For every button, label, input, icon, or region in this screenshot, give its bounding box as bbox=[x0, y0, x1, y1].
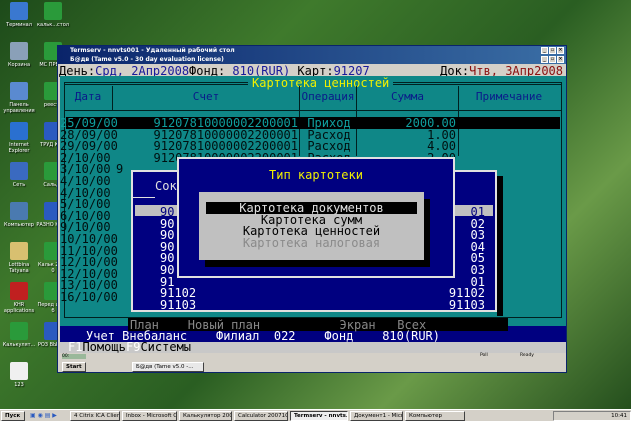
taskbar-button[interactable]: Документ1 - Micros... bbox=[350, 411, 403, 421]
account-row[interactable]: 91103 91103 bbox=[133, 299, 495, 311]
system-tray: 10:41 bbox=[553, 411, 631, 421]
clock: 10:41 bbox=[611, 413, 627, 419]
close-button[interactable]: × bbox=[557, 47, 564, 54]
desktop-icon-image bbox=[10, 42, 28, 60]
col-note[interactable]: Примечание bbox=[459, 90, 559, 103]
panel-title: Картотека ценностей bbox=[248, 77, 394, 89]
desktop-icon-image bbox=[10, 82, 28, 100]
desktop-icon-label: Internet Explorer bbox=[8, 142, 30, 154]
desktop-icon-image bbox=[10, 122, 28, 140]
desktop-icon-label: Lottbina Tatyana bbox=[8, 262, 30, 274]
menu-bar: F1Помощь F9Системы bbox=[60, 341, 566, 353]
desktop-icon[interactable]: Lottbina Tatyana bbox=[2, 242, 36, 274]
taskbar: Пуск ▣ ◉ ▤ ▶ 4 Citrix ICA Client ...Inbo… bbox=[0, 409, 631, 421]
account-right: 91103 bbox=[448, 297, 485, 312]
start-button[interactable]: Пуск bbox=[1, 411, 25, 421]
account-left: 91103 bbox=[160, 297, 197, 312]
taskbar-button[interactable]: 4 Citrix ICA Client ... bbox=[70, 411, 120, 421]
desktop-icon[interactable]: Терминал bbox=[2, 2, 36, 28]
desktop-icon-label: кальк...стол bbox=[37, 22, 69, 28]
quick-launch-icons[interactable]: ▣ ◉ ▤ ▶ bbox=[30, 412, 57, 419]
desktop-icon-label: Компьютер bbox=[4, 222, 34, 228]
taskbar-button[interactable]: Компьютер bbox=[405, 411, 465, 421]
inner-start-button[interactable]: Start bbox=[62, 362, 86, 372]
restore-button[interactable]: ▫ bbox=[549, 47, 556, 54]
taskbar-button[interactable]: Inbox - Microsoft O... bbox=[122, 411, 177, 421]
card-type-dialog: Тип картотеки Картотека документов Картот… bbox=[177, 157, 455, 278]
cell-date: 16/10/00 bbox=[60, 290, 118, 304]
taskbar-button[interactable]: Termserv - nnvts... bbox=[290, 411, 348, 421]
account-dialog-header: Сок bbox=[155, 179, 177, 193]
desktop-icon-image bbox=[10, 322, 28, 340]
desktop-icon-label: KHR applications bbox=[3, 302, 35, 314]
app-close-button[interactable]: × bbox=[557, 56, 564, 63]
app-title: Б@дв (Tame v5.0 - 30 day evaluation lice… bbox=[70, 56, 224, 63]
app-minimize-button[interactable]: _ bbox=[541, 56, 548, 63]
col-date[interactable]: Дата bbox=[64, 90, 112, 103]
desktop-icon-image bbox=[10, 162, 28, 180]
rdp-title: Termserv - nnvts001 - Удаленный рабочий … bbox=[70, 47, 235, 54]
desktop-icon[interactable]: Сеть bbox=[2, 162, 36, 188]
desktop-icon-image bbox=[10, 282, 28, 300]
cell-account: 9 bbox=[116, 162, 124, 177]
desktop-icon-label: 123 bbox=[14, 382, 24, 388]
desktop-icon-image bbox=[10, 362, 28, 380]
desktop-icon[interactable]: Панель управления bbox=[2, 82, 36, 114]
desktop-icon[interactable]: KHR applications bbox=[2, 282, 36, 314]
inner-taskbar: Start Б@дв (Tame v5.0 -... bbox=[60, 361, 566, 373]
desktop-icon[interactable]: Компьютер bbox=[2, 202, 36, 228]
taskbar-button[interactable]: Calculator 20071024 bbox=[234, 411, 288, 421]
col-account[interactable]: Счет bbox=[113, 90, 299, 103]
minimize-button[interactable]: _ bbox=[541, 47, 548, 54]
taskbar-button[interactable]: Калькулятор 2008 ... bbox=[179, 411, 232, 421]
menu-item-3: Картотека налоговая bbox=[242, 235, 381, 250]
card-type-menu: Картотека документов Картотека сумм Картот… bbox=[199, 192, 424, 260]
desktop-icon-label: Терминал bbox=[6, 22, 32, 28]
desktop-icon-image bbox=[10, 242, 28, 260]
desktop-icon[interactable]: Калькулят... bbox=[2, 322, 36, 348]
desktop-icon-image bbox=[44, 2, 62, 20]
desktop-icon-label: Корзина bbox=[7, 62, 31, 68]
status-bar: 00: Poll Ready bbox=[62, 353, 534, 359]
col-sum[interactable]: Сумма bbox=[357, 90, 458, 103]
menu-help[interactable]: F1Помощь bbox=[68, 341, 126, 353]
desktop-icon-label: Калькулят... bbox=[2, 342, 36, 348]
desktop-icon-label: Сеть bbox=[12, 182, 26, 188]
desktop-icon[interactable]: Корзина bbox=[2, 42, 36, 68]
col-operation[interactable]: Операция bbox=[300, 90, 356, 103]
app-title-bar[interactable]: Б@дв (Tame v5.0 - 30 day evaluation lice… bbox=[58, 55, 566, 64]
rdp-title-bar[interactable]: Termserv - nnvts001 - Удаленный рабочий … bbox=[58, 46, 566, 55]
app-restore-button[interactable]: ▫ bbox=[549, 56, 556, 63]
desktop-icon[interactable]: Internet Explorer bbox=[2, 122, 36, 154]
desktop-icon-label: Панель управления bbox=[3, 102, 35, 114]
inner-task-button[interactable]: Б@дв (Tame v5.0 -... bbox=[132, 362, 204, 372]
desktop-icon-image bbox=[10, 2, 28, 20]
desktop-icon[interactable]: кальк...стол bbox=[36, 2, 70, 28]
menu-systems[interactable]: F9Системы bbox=[126, 341, 191, 353]
desktop-icon-image bbox=[10, 202, 28, 220]
card-type-dialog-title: Тип картотеки bbox=[269, 168, 363, 182]
desktop-icon[interactable]: 123 bbox=[2, 362, 36, 388]
